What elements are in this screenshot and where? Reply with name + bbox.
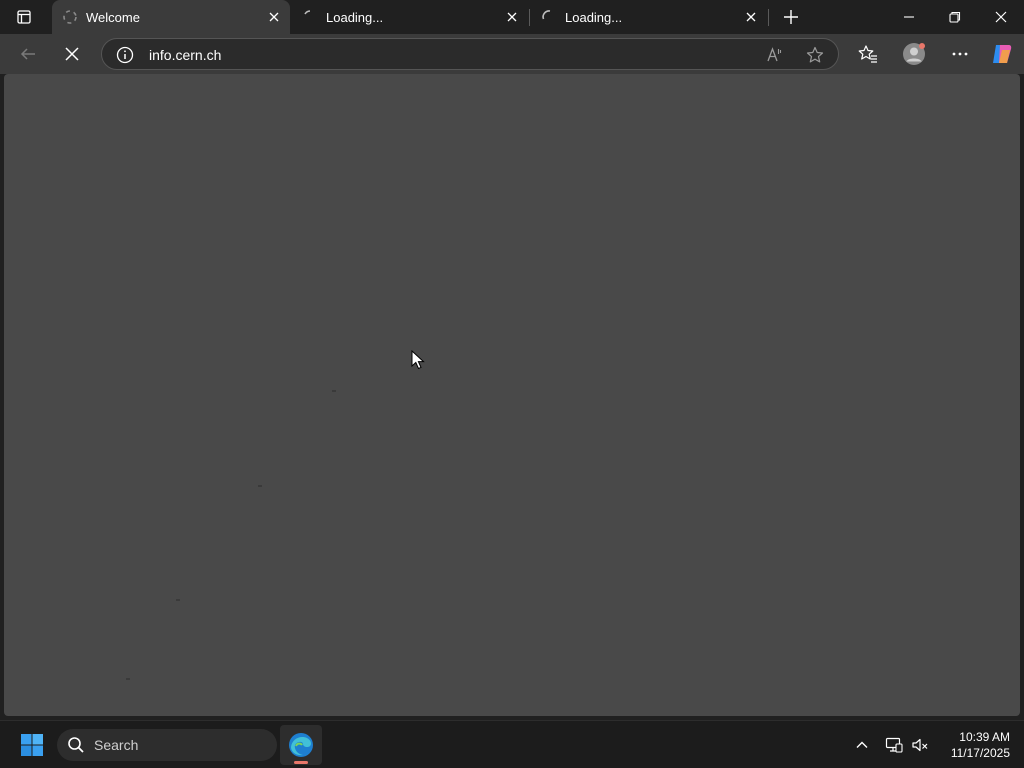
loading-spinner-icon: [542, 10, 551, 20]
volume-button[interactable]: [908, 733, 932, 757]
close-icon: [995, 11, 1007, 23]
tab-separator: [768, 9, 769, 26]
info-icon[interactable]: [116, 46, 134, 64]
minimize-button[interactable]: [886, 0, 932, 34]
render-artifact: [258, 485, 262, 487]
close-window-button[interactable]: [978, 0, 1024, 34]
render-artifact: [126, 678, 130, 680]
taskbar-search[interactable]: Search: [57, 729, 277, 761]
tab-label: Welcome: [86, 9, 140, 25]
copilot-button[interactable]: [986, 39, 1018, 69]
render-artifact: [332, 390, 336, 392]
windows-logo-icon: [21, 734, 43, 756]
loading-spinner-icon: [304, 10, 311, 15]
new-tab-button[interactable]: [777, 4, 805, 30]
back-button[interactable]: [12, 39, 44, 69]
search-placeholder: Search: [94, 737, 139, 753]
tab-close-button[interactable]: [743, 9, 759, 25]
tab-loading-2[interactable]: Loading...: [531, 0, 767, 34]
mouse-cursor-icon: [411, 350, 425, 370]
stop-loading-icon: [65, 47, 79, 61]
volume-muted-icon: [912, 738, 928, 752]
read-aloud-icon: [767, 47, 782, 62]
tab-close-button[interactable]: [504, 9, 520, 25]
system-clock[interactable]: 10:39 AM 11/17/2025: [940, 729, 1010, 761]
clock-date: 11/17/2025: [950, 746, 1010, 760]
taskbar: Search 10:39 AM 11/17/2025: [0, 720, 1024, 768]
page-content-area[interactable]: [4, 74, 1020, 716]
favorite-star-icon: [806, 46, 824, 63]
browser-toolbar: info.cern.ch: [0, 34, 1024, 74]
loading-spinner-icon: [63, 10, 77, 24]
start-button[interactable]: [14, 729, 50, 761]
profile-button[interactable]: [898, 39, 930, 69]
render-artifact: [176, 599, 180, 601]
profile-avatar-icon: [903, 43, 925, 65]
stop-loading-button[interactable]: [56, 39, 88, 69]
tab-label: Loading...: [326, 9, 384, 25]
read-aloud-button[interactable]: [764, 44, 786, 66]
network-icon: [885, 737, 903, 753]
address-bar[interactable]: info.cern.ch: [101, 38, 839, 70]
title-bar: Welcome Loading... Loading...: [0, 0, 1024, 34]
copilot-icon: [993, 45, 1012, 63]
running-app-indicator: [294, 761, 308, 764]
show-hidden-icons-button[interactable]: [850, 733, 874, 757]
url-text[interactable]: info.cern.ch: [149, 47, 221, 63]
close-icon: [746, 12, 756, 22]
favorite-button[interactable]: [804, 44, 826, 66]
restore-icon: [949, 11, 961, 23]
tab-welcome[interactable]: Welcome: [52, 0, 290, 34]
restore-button[interactable]: [932, 0, 978, 34]
more-button[interactable]: [944, 39, 976, 69]
favorites-icon: [858, 45, 877, 63]
network-button[interactable]: [882, 733, 906, 757]
tab-actions-button[interactable]: [8, 4, 40, 30]
favorites-button[interactable]: [852, 39, 884, 69]
minimize-icon: [904, 16, 914, 18]
search-icon: [68, 737, 84, 753]
more-icon: [952, 52, 968, 56]
tab-loading-1[interactable]: Loading...: [292, 0, 528, 34]
tab-actions-icon: [17, 10, 31, 24]
chevron-up-icon: [856, 741, 868, 748]
tab-label: Loading...: [565, 9, 623, 25]
plus-icon: [784, 10, 798, 24]
close-icon: [507, 12, 517, 22]
clock-time: 10:39 AM: [959, 730, 1010, 744]
edge-browser-icon: [289, 733, 313, 757]
tab-separator: [529, 9, 530, 26]
close-icon: [269, 12, 279, 22]
tab-close-button[interactable]: [266, 9, 282, 25]
back-arrow-icon: [20, 48, 35, 60]
taskbar-edge-app[interactable]: [280, 725, 322, 765]
